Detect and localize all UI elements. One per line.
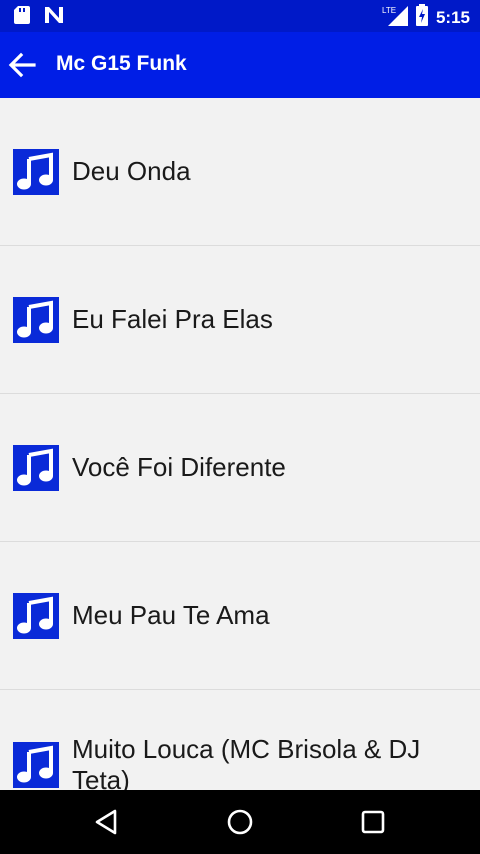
list-item[interactable]: Deu Onda — [0, 98, 480, 246]
page-title: Mc G15 Funk — [56, 52, 187, 75]
song-title: Muito Louca (MC Brisola & DJ Teta) — [72, 734, 421, 790]
list-item[interactable]: Meu Pau Te Ama — [0, 542, 480, 690]
music-note-icon — [13, 149, 59, 195]
app-bar: Mc G15 Funk — [0, 32, 480, 98]
arrow-back-icon[interactable] — [6, 51, 38, 79]
song-title: Meu Pau Te Ama — [72, 600, 270, 630]
back-triangle-icon[interactable] — [91, 806, 123, 838]
network-label: LTE — [382, 6, 396, 15]
song-list: Deu Onda Eu Falei Pra Elas Você Foi Dife… — [0, 98, 480, 790]
home-circle-icon[interactable] — [224, 806, 256, 838]
status-bar: LTE 5:15 — [0, 0, 480, 32]
list-item[interactable]: Você Foi Diferente — [0, 394, 480, 542]
list-item[interactable]: Muito Louca (MC Brisola & DJ Teta) — [0, 690, 480, 790]
music-note-icon — [13, 297, 59, 343]
music-note-icon — [13, 593, 59, 639]
music-note-icon — [13, 445, 59, 491]
recents-square-icon[interactable] — [357, 806, 389, 838]
n-logo-icon — [44, 6, 64, 29]
song-title: Eu Falei Pra Elas — [72, 304, 273, 334]
song-title: Deu Onda — [72, 156, 191, 186]
music-note-icon — [13, 742, 59, 788]
system-nav-bar — [0, 790, 480, 854]
sd-card-icon — [14, 6, 30, 29]
list-item[interactable]: Eu Falei Pra Elas — [0, 246, 480, 394]
lte-signal-icon: LTE — [382, 4, 408, 31]
battery-charging-icon — [415, 4, 428, 31]
status-time: 5:15 — [435, 7, 470, 27]
song-title: Você Foi Diferente — [72, 452, 286, 482]
